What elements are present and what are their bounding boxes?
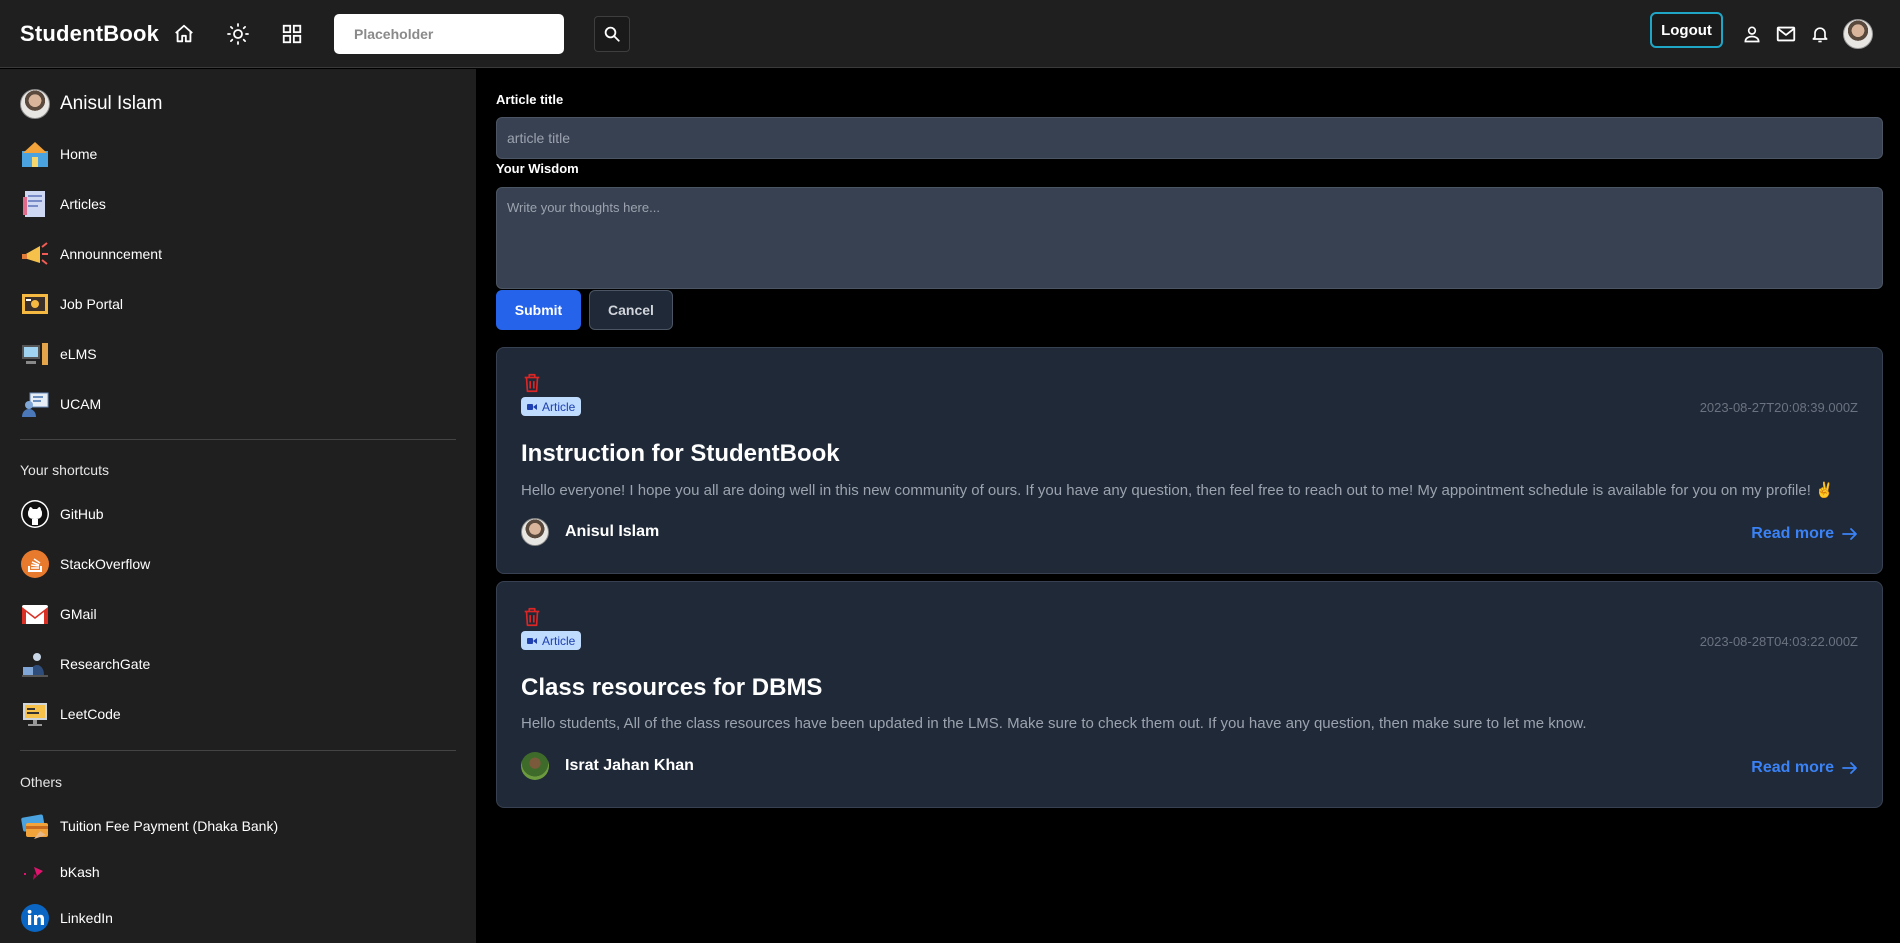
post-card: Article 2023-08-27T20:08:39.000Z Instruc…	[496, 347, 1883, 574]
avatar	[20, 89, 50, 119]
github-icon	[20, 499, 50, 529]
search-button[interactable]	[594, 16, 630, 52]
articles-icon	[20, 189, 50, 219]
sidebar: Anisul Islam Home Articles Announncement…	[0, 69, 476, 943]
sidebar-item-label: GMail	[60, 606, 97, 622]
author-name: Israt Jahan Khan	[565, 757, 694, 774]
read-more-link[interactable]: Read more	[1751, 525, 1858, 543]
post-author: Anisul Islam	[521, 518, 659, 546]
ucam-icon	[20, 389, 50, 419]
delete-trash-icon[interactable]	[521, 372, 543, 399]
sidebar-item-stackoverflow[interactable]: StackOverflow	[20, 547, 150, 581]
cancel-button[interactable]: Cancel	[589, 290, 673, 330]
sidebar-item-researchgate[interactable]: ResearchGate	[20, 647, 150, 681]
article-title-input[interactable]	[496, 117, 1883, 159]
others-heading: Others	[20, 774, 63, 790]
shortcuts-heading: Your shortcuts	[20, 462, 109, 478]
sidebar-profile[interactable]: Anisul Islam	[20, 89, 162, 119]
mail-icon[interactable]	[1772, 20, 1800, 48]
stackoverflow-icon	[20, 549, 50, 579]
payment-icon	[20, 811, 50, 841]
profile-icon[interactable]	[1738, 20, 1766, 48]
post-date: 2023-08-28T04:03:22.000Z	[1699, 634, 1858, 649]
video-camera-icon	[527, 403, 537, 411]
author-avatar	[521, 752, 549, 780]
arrow-right-icon	[1842, 762, 1857, 774]
sidebar-item-label: Home	[60, 146, 98, 162]
search-icon	[604, 26, 620, 42]
delete-trash-icon[interactable]	[521, 606, 543, 633]
sidebar-item-label: Job Portal	[60, 296, 124, 312]
sidebar-item-label: StackOverflow	[60, 556, 151, 572]
article-badge: Article	[521, 397, 582, 416]
researchgate-icon	[20, 649, 50, 679]
sidebar-item-linkedin[interactable]: LinkedIn	[20, 901, 113, 935]
megaphone-icon	[20, 239, 50, 269]
sidebar-item-label: LinkedIn	[60, 910, 113, 926]
post-title: Instruction for StudentBook	[521, 440, 840, 467]
sidebar-item-tuition-payment[interactable]: Tuition Fee Payment (Dhaka Bank)	[20, 809, 278, 843]
sidebar-item-home[interactable]: Home	[20, 137, 97, 171]
sidebar-item-label: Articles	[60, 196, 106, 212]
post-author: Israt Jahan Khan	[521, 752, 694, 780]
video-camera-icon	[527, 637, 537, 645]
sidebar-item-label: bKash	[60, 864, 100, 880]
sidebar-item-label: UCAM	[60, 396, 102, 412]
post-date: 2023-08-27T20:08:39.000Z	[1699, 400, 1858, 415]
sidebar-user-name: Anisul Islam	[60, 93, 163, 114]
author-name: Anisul Islam	[565, 523, 660, 540]
author-avatar	[521, 518, 549, 546]
sidebar-item-label: eLMS	[60, 346, 97, 362]
home-icon[interactable]	[170, 20, 198, 48]
wisdom-textarea[interactable]	[496, 187, 1883, 289]
sidebar-item-ucam[interactable]: UCAM	[20, 387, 101, 421]
sidebar-item-job-portal[interactable]: Job Portal	[20, 287, 123, 321]
brand-logo[interactable]: StudentBook	[20, 21, 159, 47]
leetcode-icon	[20, 699, 50, 729]
gmail-icon	[20, 599, 50, 629]
sidebar-item-label: LeetCode	[60, 706, 121, 722]
sidebar-divider	[20, 439, 456, 440]
sidebar-item-bkash[interactable]: bKash	[20, 855, 100, 889]
bell-icon[interactable]	[1806, 20, 1834, 48]
sidebar-item-announcement[interactable]: Announncement	[20, 237, 162, 271]
top-navbar: StudentBook Logout	[0, 0, 1900, 68]
linkedin-icon	[20, 903, 50, 933]
sidebar-item-label: ResearchGate	[60, 656, 151, 672]
wisdom-label: Your Wisdom	[496, 161, 579, 176]
post-body: Hello students, All of the class resourc…	[521, 715, 1587, 732]
sidebar-item-label: Tuition Fee Payment (Dhaka Bank)	[60, 818, 279, 834]
theme-toggle-icon[interactable]	[224, 20, 252, 48]
search-input[interactable]	[334, 14, 564, 54]
submit-button[interactable]: Submit	[496, 290, 581, 330]
user-avatar[interactable]	[1843, 19, 1873, 49]
sidebar-item-elms[interactable]: eLMS	[20, 337, 97, 371]
sidebar-item-label: GitHub	[60, 506, 104, 522]
elms-icon	[20, 339, 50, 369]
sidebar-divider	[20, 750, 456, 751]
post-card: Article 2023-08-28T04:03:22.000Z Class r…	[496, 581, 1883, 808]
post-body: Hello everyone! I hope you all are doing…	[521, 482, 1834, 499]
badge-label: Article	[542, 399, 576, 414]
post-title: Class resources for DBMS	[521, 674, 823, 701]
job-portal-icon	[20, 289, 50, 319]
arrow-right-icon	[1842, 528, 1857, 540]
read-more-label: Read more	[1751, 525, 1834, 542]
sidebar-item-articles[interactable]: Articles	[20, 187, 106, 221]
read-more-label: Read more	[1751, 759, 1834, 776]
logout-button[interactable]: Logout	[1650, 12, 1723, 48]
sidebar-item-leetcode[interactable]: LeetCode	[20, 697, 121, 731]
sidebar-item-gmail[interactable]: GMail	[20, 597, 97, 631]
badge-label: Article	[542, 633, 576, 648]
article-badge: Article	[521, 631, 582, 650]
sidebar-item-label: Announncement	[60, 246, 162, 262]
home-icon	[20, 139, 50, 169]
read-more-link[interactable]: Read more	[1751, 759, 1858, 777]
sidebar-item-github[interactable]: GitHub	[20, 497, 104, 531]
article-title-label: Article title	[496, 92, 564, 107]
bkash-icon	[20, 857, 50, 887]
apps-grid-icon[interactable]	[278, 20, 306, 48]
